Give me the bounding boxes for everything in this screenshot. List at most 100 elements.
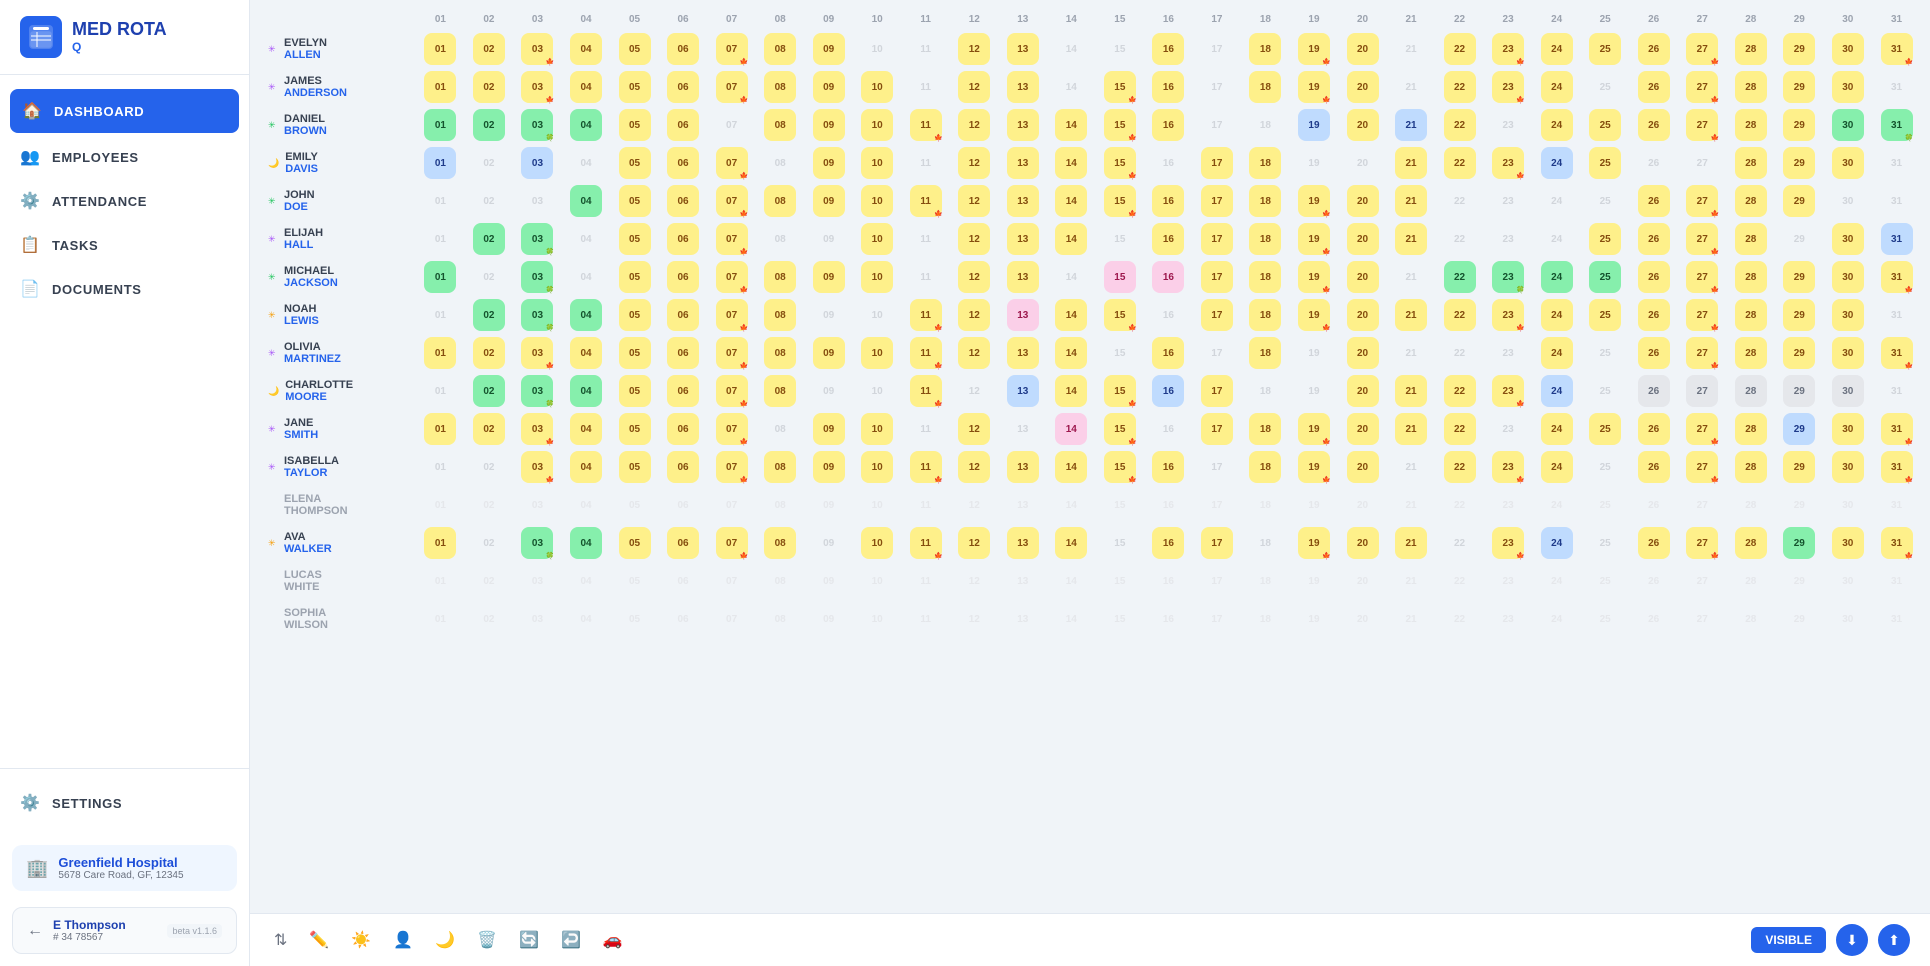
shift-cell-6-8[interactable]: 09 — [805, 259, 852, 295]
day-badge[interactable]: 10 — [861, 337, 893, 369]
shift-cell-2-2[interactable]: 03🍀 — [514, 107, 561, 143]
day-badge[interactable]: 12 — [958, 33, 990, 65]
day-badge[interactable]: 14 — [1055, 527, 1087, 559]
shift-cell-1-11[interactable]: 12 — [951, 69, 998, 105]
shift-cell-7-16[interactable]: 17 — [1194, 297, 1241, 333]
day-badge[interactable]: 20 — [1347, 71, 1379, 103]
day-badge[interactable]: 02 — [473, 109, 505, 141]
day-badge[interactable]: 13 — [1007, 71, 1039, 103]
shift-cell-11-26[interactable]: 27🍁 — [1679, 449, 1726, 485]
day-badge[interactable]: 20 — [1347, 527, 1379, 559]
day-badge[interactable]: 30 — [1832, 375, 1864, 407]
shift-cell-11-8[interactable]: 09 — [805, 449, 852, 485]
shift-cell-9-14[interactable]: 15🍁 — [1097, 373, 1144, 409]
shift-cell-3-8[interactable]: 09 — [805, 145, 852, 181]
shift-cell-1-18[interactable]: 19🍁 — [1291, 69, 1338, 105]
shift-cell-3-27[interactable]: 28 — [1727, 145, 1774, 181]
day-badge[interactable]: 26 — [1638, 223, 1670, 255]
shift-cell-6-9[interactable]: 10 — [854, 259, 901, 295]
shift-cell-7-4[interactable]: 05 — [611, 297, 658, 333]
shift-cell-0-17[interactable]: 18 — [1242, 31, 1289, 67]
shift-cell-9-20[interactable]: 21 — [1388, 373, 1435, 409]
day-badge[interactable]: 03🍀 — [521, 109, 553, 141]
shift-cell-6-0[interactable]: 01 — [417, 259, 464, 295]
day-badge[interactable]: 17 — [1201, 299, 1233, 331]
day-badge[interactable]: 16 — [1152, 451, 1184, 483]
day-badge[interactable]: 27🍁 — [1686, 185, 1718, 217]
shift-cell-0-15[interactable]: 16 — [1145, 31, 1192, 67]
day-badge[interactable]: 22 — [1444, 33, 1476, 65]
shift-cell-4-20[interactable]: 21 — [1388, 183, 1435, 219]
day-badge[interactable]: 04 — [570, 33, 602, 65]
shift-cell-5-18[interactable]: 19🍁 — [1291, 221, 1338, 257]
shift-cell-8-3[interactable]: 04 — [563, 335, 610, 371]
day-badge[interactable]: 08 — [764, 527, 796, 559]
shift-cell-10-3[interactable]: 04 — [563, 411, 610, 447]
shift-cell-9-5[interactable]: 06 — [660, 373, 707, 409]
day-badge[interactable]: 20 — [1347, 375, 1379, 407]
sun-icon[interactable]: ☀️ — [347, 926, 375, 954]
shift-cell-0-25[interactable]: 26 — [1630, 31, 1677, 67]
day-badge[interactable]: 27🍁 — [1686, 33, 1718, 65]
day-badge[interactable]: 22 — [1444, 147, 1476, 179]
shift-cell-7-10[interactable]: 11🍁 — [902, 297, 949, 333]
shift-cell-3-12[interactable]: 13 — [1000, 145, 1047, 181]
day-badge[interactable]: 16 — [1152, 223, 1184, 255]
shift-cell-5-29[interactable]: 30 — [1825, 221, 1872, 257]
day-badge[interactable]: 11🍁 — [910, 451, 942, 483]
day-badge[interactable]: 29 — [1783, 33, 1815, 65]
day-badge[interactable]: 26 — [1638, 451, 1670, 483]
shift-cell-1-21[interactable]: 22 — [1436, 69, 1483, 105]
day-badge[interactable]: 28 — [1735, 413, 1767, 445]
shift-cell-5-1[interactable]: 02 — [466, 221, 513, 257]
day-badge[interactable]: 06 — [667, 71, 699, 103]
shift-cell-13-27[interactable]: 28 — [1727, 525, 1774, 561]
shift-cell-3-21[interactable]: 22 — [1436, 145, 1483, 181]
day-badge[interactable]: 31🍁 — [1881, 413, 1913, 445]
day-badge[interactable]: 21 — [1395, 185, 1427, 217]
day-badge[interactable]: 18 — [1249, 147, 1281, 179]
shift-cell-7-3[interactable]: 04 — [563, 297, 610, 333]
hospital-card[interactable]: 🏢 Greenfield Hospital 5678 Care Road, GF… — [12, 845, 237, 891]
day-badge[interactable]: 17 — [1201, 413, 1233, 445]
day-badge[interactable]: 06 — [667, 375, 699, 407]
day-badge[interactable]: 22 — [1444, 299, 1476, 331]
shift-cell-6-7[interactable]: 08 — [757, 259, 804, 295]
day-badge[interactable]: 24 — [1541, 375, 1573, 407]
shift-cell-13-15[interactable]: 16 — [1145, 525, 1192, 561]
day-badge[interactable]: 14 — [1055, 299, 1087, 331]
day-badge[interactable]: 12 — [958, 71, 990, 103]
day-badge[interactable]: 20 — [1347, 261, 1379, 293]
day-badge[interactable]: 15🍁 — [1104, 299, 1136, 331]
shift-cell-13-19[interactable]: 20 — [1339, 525, 1386, 561]
day-badge[interactable]: 05 — [619, 33, 651, 65]
day-badge[interactable]: 30 — [1832, 261, 1864, 293]
day-badge[interactable]: 13 — [1007, 261, 1039, 293]
shift-cell-7-25[interactable]: 26 — [1630, 297, 1677, 333]
shift-cell-8-23[interactable]: 24 — [1533, 335, 1580, 371]
shift-cell-9-7[interactable]: 08 — [757, 373, 804, 409]
shift-cell-6-17[interactable]: 18 — [1242, 259, 1289, 295]
shift-cell-11-28[interactable]: 29 — [1776, 449, 1823, 485]
shift-cell-0-28[interactable]: 29 — [1776, 31, 1823, 67]
day-badge[interactable]: 07🍁 — [716, 451, 748, 483]
day-badge[interactable]: 26 — [1638, 375, 1670, 407]
shift-cell-6-23[interactable]: 24 — [1533, 259, 1580, 295]
shift-cell-11-14[interactable]: 15🍁 — [1097, 449, 1144, 485]
day-badge[interactable]: 21 — [1395, 299, 1427, 331]
shift-cell-10-11[interactable]: 12 — [951, 411, 998, 447]
day-badge[interactable]: 27🍁 — [1686, 527, 1718, 559]
shift-cell-11-25[interactable]: 26 — [1630, 449, 1677, 485]
day-badge[interactable]: 28 — [1735, 527, 1767, 559]
day-badge[interactable]: 17 — [1201, 375, 1233, 407]
shift-cell-5-17[interactable]: 18 — [1242, 221, 1289, 257]
day-badge[interactable]: 12 — [958, 337, 990, 369]
day-badge[interactable]: 07🍁 — [716, 71, 748, 103]
day-badge[interactable]: 30 — [1832, 299, 1864, 331]
day-badge[interactable]: 15🍁 — [1104, 185, 1136, 217]
undo-icon[interactable]: ↩️ — [557, 926, 585, 954]
shift-cell-11-11[interactable]: 12 — [951, 449, 998, 485]
day-badge[interactable]: 05 — [619, 451, 651, 483]
vehicle-icon[interactable]: 🚗 — [599, 926, 627, 954]
day-badge[interactable]: 13 — [1007, 33, 1039, 65]
